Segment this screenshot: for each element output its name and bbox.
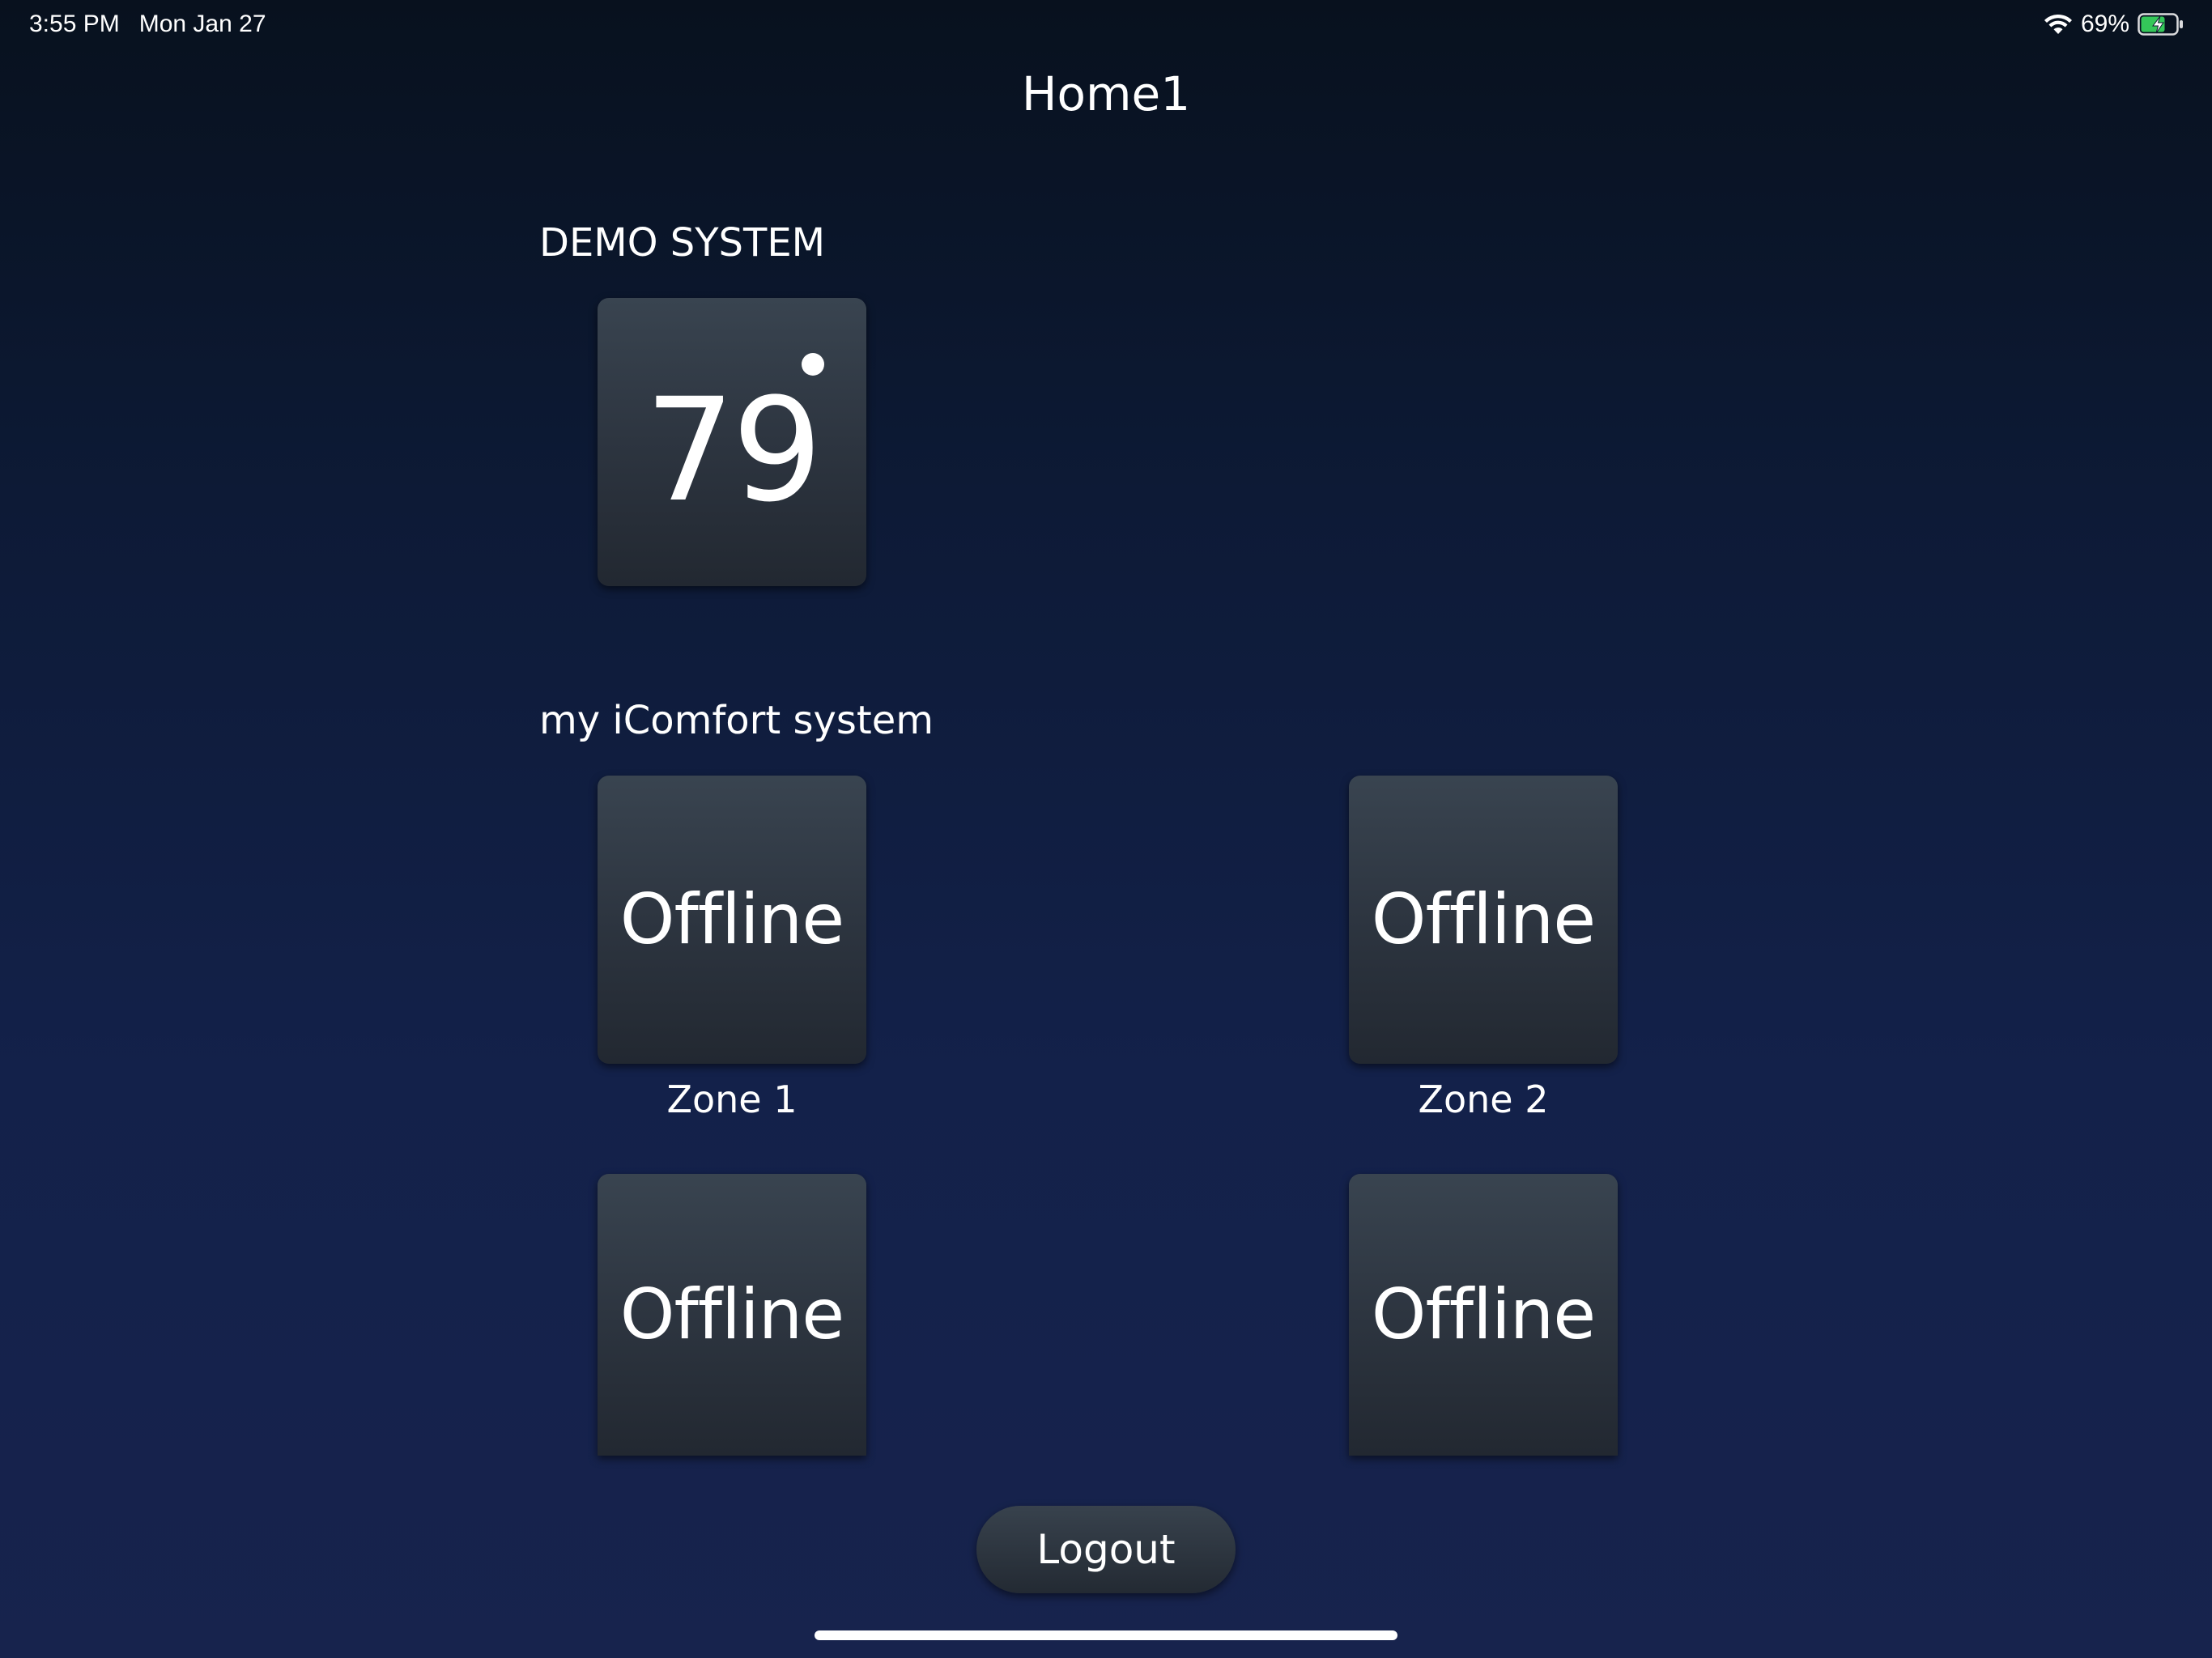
status-time: 3:55 PM	[29, 11, 120, 37]
page-title: Home1	[1021, 66, 1191, 121]
zone-2-tile[interactable]: Offline	[1349, 776, 1618, 1064]
zone-2-label: Zone 2	[1418, 1078, 1549, 1121]
zone-status: Offline	[1371, 879, 1596, 960]
section-title-icomfort-system: my iComfort system	[539, 698, 934, 743]
battery-percent: 69%	[2080, 11, 2129, 37]
status-bar-right: 69%	[2044, 8, 2184, 40]
battery-charging-icon	[2138, 13, 2183, 36]
zone-status: Offline	[619, 879, 844, 960]
zone-status: Offline	[1371, 1274, 1596, 1355]
zone-1-tile[interactable]: Offline	[598, 776, 866, 1064]
temperature-value: 79	[644, 368, 823, 534]
zone-1-label: Zone 1	[666, 1078, 798, 1121]
status-date: Mon Jan 27	[138, 11, 266, 37]
wifi-icon	[2044, 14, 2072, 34]
zone-4-tile[interactable]: Offline	[1349, 1174, 1618, 1456]
zone-3-tile[interactable]: Offline	[598, 1174, 866, 1456]
section-title-demo-system: DEMO SYSTEM	[539, 220, 826, 266]
degree-symbol	[802, 353, 824, 376]
zone-status: Offline	[619, 1274, 844, 1355]
status-bar-time: 3:55 PM Mon Jan 27	[29, 8, 266, 40]
home-indicator[interactable]	[815, 1630, 1397, 1640]
demo-thermostat-tile[interactable]: 79	[598, 298, 866, 586]
logout-button[interactable]: Logout	[976, 1506, 1236, 1593]
